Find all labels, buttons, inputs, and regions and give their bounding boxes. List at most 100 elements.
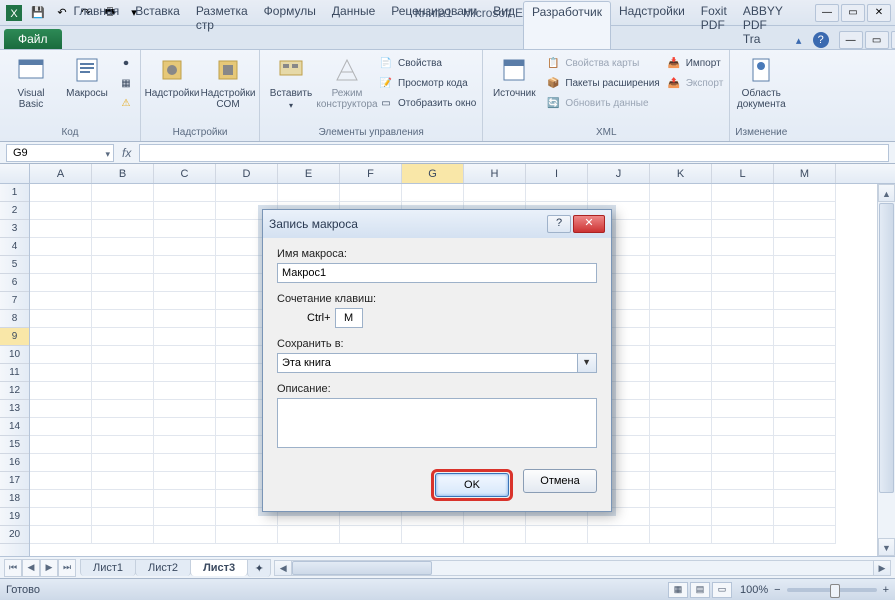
row-header[interactable]: 14 xyxy=(0,418,29,436)
tab-данные[interactable]: Данные xyxy=(324,1,383,49)
row-header[interactable]: 3 xyxy=(0,220,29,238)
sheet-prev-button[interactable]: ◀ xyxy=(22,559,40,577)
visual-basic-button[interactable]: Visual Basic xyxy=(4,52,58,112)
column-header[interactable]: G xyxy=(402,164,464,183)
view-code-button[interactable]: 📝Просмотр кода xyxy=(376,74,478,92)
minimize-ribbon-icon[interactable]: ▴ xyxy=(791,32,807,48)
select-all-corner[interactable] xyxy=(0,164,30,183)
column-header[interactable]: I xyxy=(526,164,588,183)
scroll-thumb[interactable] xyxy=(879,203,894,493)
sheet-tab[interactable]: Лист3 xyxy=(190,559,248,576)
horizontal-scrollbar[interactable]: ◀ ▶ xyxy=(274,560,891,576)
scroll-right-icon[interactable]: ▶ xyxy=(873,560,891,576)
tab-foxit pdf[interactable]: Foxit PDF xyxy=(693,1,735,49)
shortcut-input[interactable] xyxy=(335,308,363,328)
properties-button[interactable]: 📄Свойства xyxy=(376,54,478,72)
sheet-first-button[interactable]: ⏮ xyxy=(4,559,22,577)
row-header[interactable]: 13 xyxy=(0,400,29,418)
column-header[interactable]: F xyxy=(340,164,402,183)
expansion-packs-button[interactable]: 📦Пакеты расширения xyxy=(543,74,661,92)
ok-button[interactable]: OK xyxy=(435,473,509,497)
tab-главная[interactable]: Главная xyxy=(66,1,128,49)
formula-input[interactable] xyxy=(139,144,889,162)
row-header[interactable]: 17 xyxy=(0,472,29,490)
row-header[interactable]: 16 xyxy=(0,454,29,472)
app-minimize-button[interactable]: — xyxy=(815,4,839,22)
dialog-titlebar[interactable]: Запись макроса ? ✕ xyxy=(263,210,611,238)
sheet-tab[interactable]: Лист1 xyxy=(80,559,136,576)
row-header[interactable]: 12 xyxy=(0,382,29,400)
row-header[interactable]: 7 xyxy=(0,292,29,310)
hscroll-thumb[interactable] xyxy=(292,561,432,575)
design-mode-button[interactable]: Режим конструктора xyxy=(320,52,374,112)
doc-maximize-button[interactable]: ▭ xyxy=(865,31,889,49)
column-header[interactable]: D xyxy=(216,164,278,183)
relative-refs-button[interactable]: ▦ xyxy=(116,74,136,92)
tab-abbyy pdf tra[interactable]: ABBYY PDF Tra xyxy=(735,1,791,49)
zoom-out-button[interactable]: − xyxy=(774,584,780,596)
com-addins-button[interactable]: Надстройки COM xyxy=(201,52,255,112)
column-header[interactable]: K xyxy=(650,164,712,183)
zoom-value[interactable]: 100% xyxy=(740,584,768,596)
normal-view-button[interactable]: ▦ xyxy=(668,582,688,598)
app-maximize-button[interactable]: ▭ xyxy=(841,4,865,22)
new-sheet-button[interactable]: ✦ xyxy=(247,559,271,577)
description-textarea[interactable] xyxy=(277,398,597,448)
xml-source-button[interactable]: Источник xyxy=(487,52,541,101)
page-break-button[interactable]: ▭ xyxy=(712,582,732,598)
doc-close-button[interactable]: ✕ xyxy=(891,31,895,49)
document-panel-button[interactable]: Область документа xyxy=(734,52,788,112)
dialog-help-button[interactable]: ? xyxy=(547,215,571,233)
macro-security-button[interactable]: ⚠ xyxy=(116,94,136,112)
column-header[interactable]: M xyxy=(774,164,836,183)
tab-вставка[interactable]: Вставка xyxy=(127,1,188,49)
row-header[interactable]: 11 xyxy=(0,364,29,382)
row-header[interactable]: 9 xyxy=(0,328,29,346)
column-header[interactable]: J xyxy=(588,164,650,183)
column-header[interactable]: C xyxy=(154,164,216,183)
sheet-last-button[interactable]: ⏭ xyxy=(58,559,76,577)
scroll-left-icon[interactable]: ◀ xyxy=(274,560,292,576)
vertical-scrollbar[interactable]: ▲ ▼ xyxy=(877,184,895,556)
row-header[interactable]: 20 xyxy=(0,526,29,544)
name-box[interactable]: G9 xyxy=(6,144,114,162)
tab-надстройки[interactable]: Надстройки xyxy=(611,1,693,49)
page-layout-button[interactable]: ▤ xyxy=(690,582,710,598)
column-header[interactable]: H xyxy=(464,164,526,183)
record-macro-button[interactable]: ⏺ xyxy=(116,54,136,72)
column-header[interactable]: B xyxy=(92,164,154,183)
save-in-select[interactable]: Эта книга▼ xyxy=(277,353,597,373)
sheet-next-button[interactable]: ▶ xyxy=(40,559,58,577)
column-header[interactable]: A xyxy=(30,164,92,183)
row-header[interactable]: 15 xyxy=(0,436,29,454)
row-header[interactable]: 5 xyxy=(0,256,29,274)
import-button[interactable]: 📥Импорт xyxy=(664,54,726,72)
row-header[interactable]: 10 xyxy=(0,346,29,364)
app-close-button[interactable]: ✕ xyxy=(867,4,891,22)
addins-button[interactable]: Надстройки xyxy=(145,52,199,101)
macro-name-input[interactable] xyxy=(277,263,597,283)
tab-разметка стр[interactable]: Разметка стр xyxy=(188,1,256,49)
sheet-tab[interactable]: Лист2 xyxy=(135,559,191,576)
row-header[interactable]: 1 xyxy=(0,184,29,202)
row-header[interactable]: 8 xyxy=(0,310,29,328)
scroll-down-icon[interactable]: ▼ xyxy=(878,538,895,556)
zoom-slider[interactable] xyxy=(787,588,877,592)
help-icon[interactable]: ? xyxy=(813,32,829,48)
file-tab[interactable]: Файл xyxy=(4,29,62,49)
macros-button[interactable]: Макросы xyxy=(60,52,114,101)
zoom-in-button[interactable]: + xyxy=(883,584,889,596)
tab-вид[interactable]: Вид xyxy=(485,1,523,49)
run-dialog-button[interactable]: ▭Отобразить окно xyxy=(376,94,478,112)
row-header[interactable]: 6 xyxy=(0,274,29,292)
scroll-up-icon[interactable]: ▲ xyxy=(878,184,895,202)
column-header[interactable]: E xyxy=(278,164,340,183)
row-header[interactable]: 18 xyxy=(0,490,29,508)
excel-icon[interactable]: X xyxy=(4,3,24,23)
row-header[interactable]: 4 xyxy=(0,238,29,256)
save-icon[interactable]: 💾 xyxy=(28,3,48,23)
doc-minimize-button[interactable]: — xyxy=(839,31,863,49)
fx-icon[interactable]: fx xyxy=(122,146,131,160)
row-header[interactable]: 2 xyxy=(0,202,29,220)
row-header[interactable]: 19 xyxy=(0,508,29,526)
